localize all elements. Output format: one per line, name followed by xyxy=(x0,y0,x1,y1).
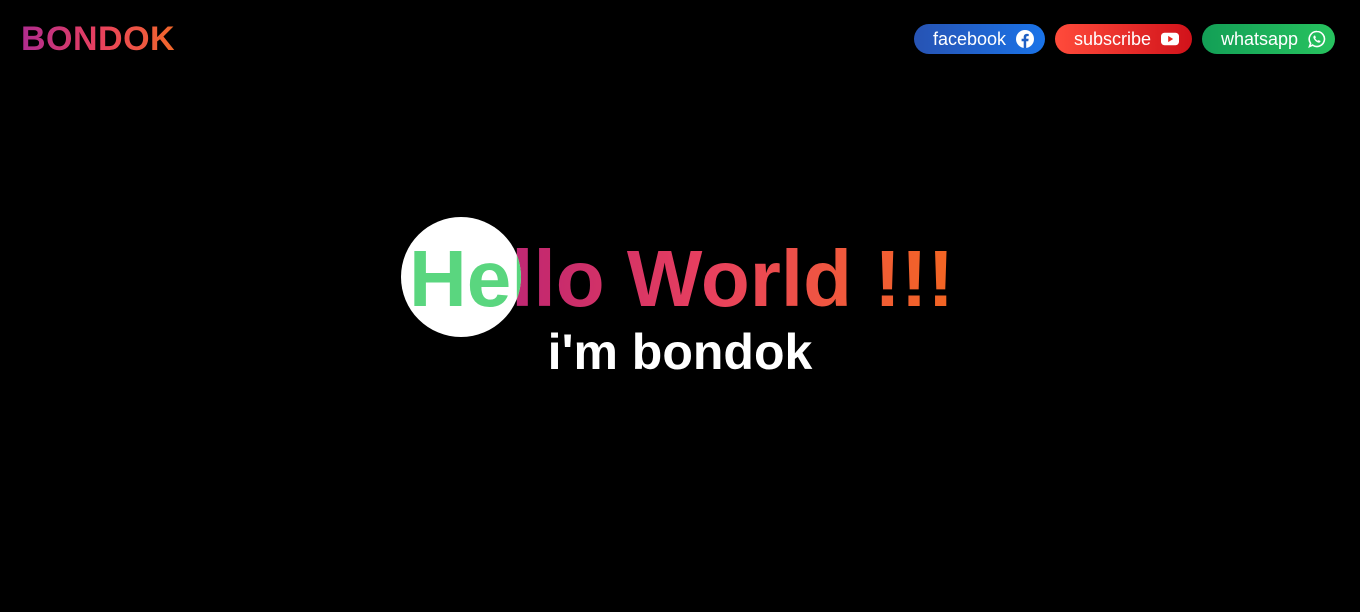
hero-subtitle: i'm bondok xyxy=(547,324,813,380)
hero-section: Hello World !!! Hello World !!! i'm bond… xyxy=(0,0,1360,612)
cursor-spotlight: Hello World !!! xyxy=(401,217,521,337)
page: BONDOK facebook subscribe whatsapp Hello… xyxy=(0,0,1360,612)
spotlight-headline-reveal: Hello World !!! xyxy=(409,234,521,323)
